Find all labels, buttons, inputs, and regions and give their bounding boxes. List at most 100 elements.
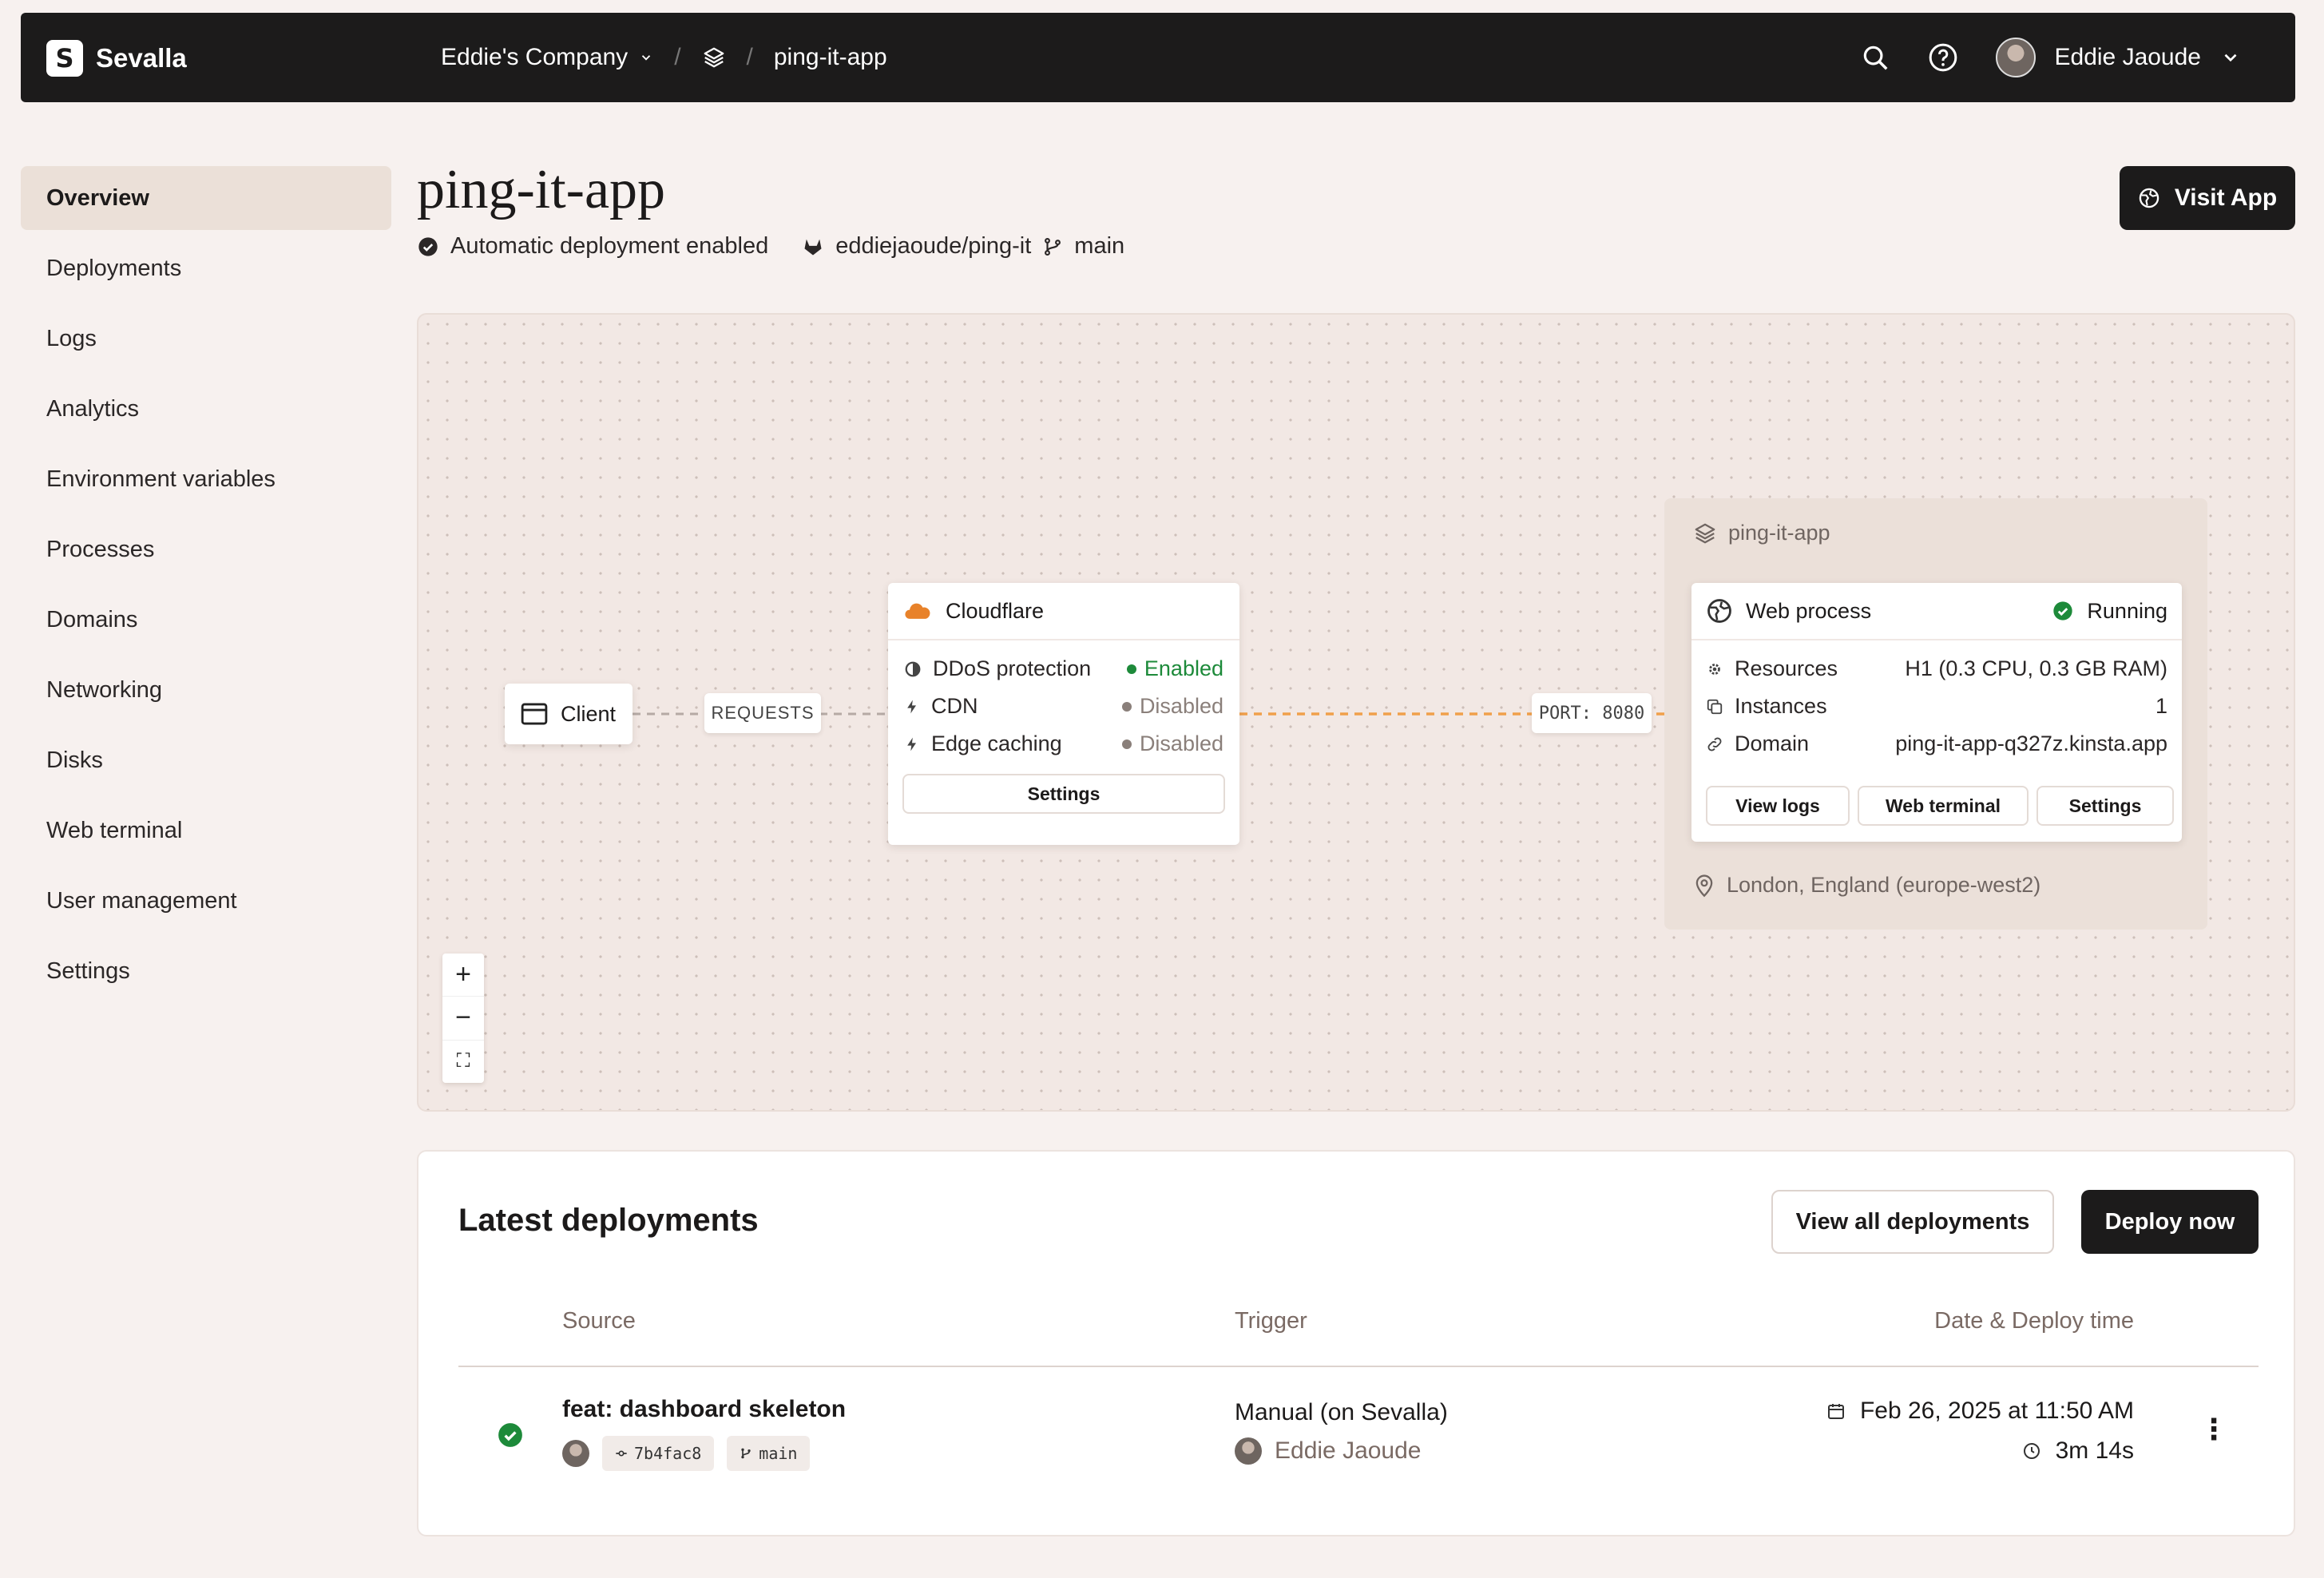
sidebar-item-domains[interactable]: Domains xyxy=(21,588,391,652)
sidebar-item-overview[interactable]: Overview xyxy=(21,166,391,230)
web-process-node[interactable]: Web process Running Resources H1 (0.3 CP… xyxy=(1691,583,2182,842)
trigger-user: Eddie Jaoude xyxy=(1275,1437,1422,1464)
breadcrumb-app[interactable]: ping-it-app xyxy=(774,44,887,71)
git-branch-icon xyxy=(1045,237,1061,256)
copy-icon xyxy=(1707,699,1723,714)
region-location: London, England (europe-west2) xyxy=(1693,872,2040,898)
cloud-icon xyxy=(905,603,930,619)
row-menu-icon[interactable]: ⋮ xyxy=(2199,1415,2228,1444)
view-logs-button[interactable]: View logs xyxy=(1706,786,1850,826)
sidebar-item-disks[interactable]: Disks xyxy=(21,728,391,792)
architecture-canvas[interactable]: Client REQUESTS Cloudflare DDoS protecti… xyxy=(417,313,2295,1112)
domain-value[interactable]: ping-it-app-q327z.kinsta.app xyxy=(1895,732,2167,756)
instances-label: Instances xyxy=(1735,694,1827,718)
sidebar-item-deployments[interactable]: Deployments xyxy=(21,236,391,300)
cloudflare-title: Cloudflare xyxy=(946,598,1045,623)
deploy-duration: 3m 14s xyxy=(2022,1437,2134,1465)
branch-label: main xyxy=(759,1444,798,1463)
sidebar-item-web-terminal[interactable]: Web terminal xyxy=(21,799,391,862)
browser-window-icon xyxy=(521,703,548,725)
breadcrumb-separator: / xyxy=(674,44,681,70)
status-dot xyxy=(1121,701,1132,712)
ddos-status: Enabled xyxy=(1144,656,1223,680)
gear-icon xyxy=(1709,663,1720,675)
git-branch-icon xyxy=(741,1448,751,1459)
section-title: Latest deployments xyxy=(458,1203,759,1238)
shield-half-icon xyxy=(905,661,921,676)
instances-row: Instances 1 xyxy=(1691,688,2182,725)
sidebar-item-networking[interactable]: Networking xyxy=(21,658,391,722)
web-process-title: Web process xyxy=(1746,598,1872,623)
edge-caching-label: Edge caching xyxy=(931,732,1062,755)
process-settings-button[interactable]: Settings xyxy=(2036,786,2174,826)
calendar-icon xyxy=(1827,1404,1844,1419)
avatar xyxy=(1235,1437,1262,1465)
branch-name: main xyxy=(1074,233,1125,259)
sidebar-item-logs[interactable]: Logs xyxy=(21,307,391,371)
help-icon[interactable] xyxy=(1927,42,1959,73)
search-icon[interactable] xyxy=(1860,42,1890,73)
clock-icon xyxy=(2023,1443,2040,1459)
zoom-controls: + − ⛶ xyxy=(442,954,484,1083)
process-status: Running xyxy=(2087,598,2167,623)
web-terminal-button[interactable]: Web terminal xyxy=(1858,786,2029,826)
cloudflare-node[interactable]: Cloudflare DDoS protection Enabled CDN D… xyxy=(888,583,1239,845)
visit-app-label: Visit App xyxy=(2174,184,2278,211)
trigger-type: Manual (on Sevalla) xyxy=(1235,1399,1448,1425)
breadcrumb-separator: / xyxy=(746,44,753,70)
company-switcher[interactable]: Eddie's Company xyxy=(441,44,653,71)
check-circle-icon xyxy=(418,236,438,256)
chevron-down-icon xyxy=(2224,54,2237,62)
brand[interactable]: S Sevalla xyxy=(46,40,187,77)
company-name: Eddie's Company xyxy=(441,44,629,70)
column-header-date[interactable]: Date & Deploy time xyxy=(1934,1308,2134,1334)
commit-message: feat: dashboard skeleton xyxy=(562,1396,847,1422)
avatar xyxy=(562,1440,589,1467)
sidebar-item-processes[interactable]: Processes xyxy=(21,517,391,581)
zoom-in-button[interactable]: + xyxy=(442,954,484,997)
globe-icon xyxy=(2139,188,2159,208)
repo-link[interactable]: eddiejaoude/ping-it xyxy=(835,233,1031,260)
branch-badge[interactable]: main xyxy=(727,1436,811,1471)
sidebar-item-user-management[interactable]: User management xyxy=(21,869,391,933)
instances-value: 1 xyxy=(2155,694,2167,718)
user-menu[interactable]: Eddie Jaoude xyxy=(1995,38,2242,77)
commit-hash: 7b4fac8 xyxy=(634,1444,702,1463)
sidebar-item-analytics[interactable]: Analytics xyxy=(21,377,391,441)
git-commit-icon xyxy=(616,1450,627,1457)
column-header-trigger[interactable]: Trigger xyxy=(1235,1308,1307,1334)
breadcrumb: Eddie's Company / / ping-it-app xyxy=(441,13,887,102)
status-dot xyxy=(1121,739,1132,749)
deploy-now-button[interactable]: Deploy now xyxy=(2081,1190,2259,1254)
cloudflare-settings-button[interactable]: Settings xyxy=(902,774,1225,814)
fit-view-button[interactable]: ⛶ xyxy=(442,1041,484,1083)
cdn-row: CDN Disabled xyxy=(888,688,1239,725)
view-all-deployments-button[interactable]: View all deployments xyxy=(1771,1190,2054,1254)
top-bar: S Sevalla Eddie's Company / / ping-it-ap… xyxy=(21,13,2295,102)
resources-value: H1 (0.3 CPU, 0.3 GB RAM) xyxy=(1905,656,2167,680)
layers-icon[interactable] xyxy=(702,46,726,69)
location-label: London, England (europe-west2) xyxy=(1727,872,2041,897)
success-check-icon xyxy=(498,1423,522,1447)
edge-caching-row: Edge caching Disabled xyxy=(888,725,1239,763)
page-title: ping-it-app xyxy=(417,159,666,220)
client-node[interactable]: Client xyxy=(505,684,633,744)
sidebar: Overview Deployments Logs Analytics Envi… xyxy=(21,166,391,1009)
deploy-date: Feb 26, 2025 at 11:50 AM xyxy=(1826,1398,2134,1425)
commit-hash-badge[interactable]: 7b4fac8 xyxy=(602,1436,715,1471)
resources-label: Resources xyxy=(1735,656,1838,680)
visit-app-button[interactable]: Visit App xyxy=(2120,166,2295,230)
sidebar-item-environment-variables[interactable]: Environment variables xyxy=(21,447,391,511)
sidebar-item-settings[interactable]: Settings xyxy=(21,939,391,1003)
gitlab-icon xyxy=(804,239,822,255)
layers-icon xyxy=(1695,523,1715,543)
user-name: Eddie Jaoude xyxy=(2054,44,2202,70)
column-header-source[interactable]: Source xyxy=(562,1308,636,1334)
ddos-label: DDoS protection xyxy=(933,656,1092,680)
resources-row: Resources H1 (0.3 CPU, 0.3 GB RAM) xyxy=(1691,650,2182,688)
bolt-icon xyxy=(907,700,916,713)
chevron-down-icon xyxy=(642,55,651,61)
zoom-out-button[interactable]: − xyxy=(442,997,484,1041)
client-label: Client xyxy=(561,701,617,726)
domain-label: Domain xyxy=(1735,732,1810,755)
